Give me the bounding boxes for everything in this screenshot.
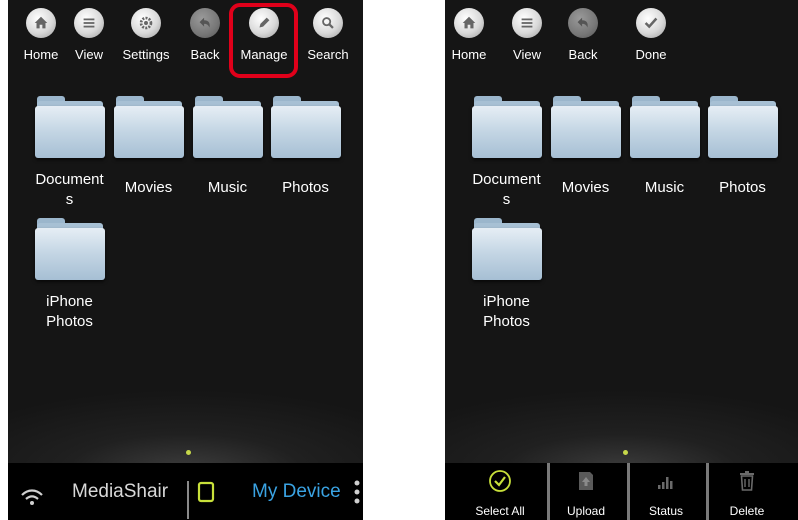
- toolbar-settings-label: Settings: [122, 47, 170, 62]
- folder-label: Music: [644, 179, 685, 196]
- toolbar-search-button[interactable]: Search: [296, 8, 360, 62]
- tab-mediashair-label: MediaShair: [72, 480, 169, 502]
- home-icon: [34, 16, 48, 29]
- folder-label: Photos: [719, 179, 766, 196]
- back-arrow-icon: [577, 17, 588, 28]
- folder-icon: [270, 96, 341, 158]
- toolbar-settings-button[interactable]: Settings: [114, 8, 178, 62]
- folder-iphone-photos[interactable]: iPhone Photos: [467, 218, 546, 332]
- toolbar-back-label: Back: [190, 47, 220, 62]
- upload-label: Upload: [566, 504, 606, 518]
- upload-icon: [579, 472, 593, 490]
- folder-photos[interactable]: Photos: [266, 96, 345, 198]
- file-browser-screen-manage: Home View Back Done Document s Movies Mu…: [445, 0, 798, 520]
- folder-documents[interactable]: Document s: [30, 96, 109, 210]
- trash-icon: [740, 471, 754, 491]
- delete-label: Delete: [729, 504, 765, 518]
- folder-label: Photos: [282, 179, 329, 196]
- select-all-label: Select All: [475, 504, 525, 518]
- tab-my-device[interactable]: My Device: [197, 463, 341, 520]
- toolbar-view-label: View: [513, 47, 541, 62]
- select-all-button[interactable]: Select All: [461, 469, 539, 518]
- checkmark-icon: [644, 17, 658, 29]
- list-icon: [83, 18, 95, 28]
- toolbar-home-label: Home: [451, 47, 487, 62]
- tab-my-device-label: My Device: [252, 480, 341, 502]
- folder-icon: [113, 96, 184, 158]
- folder-movies[interactable]: Movies: [109, 96, 188, 198]
- folder-iphone-photos[interactable]: iPhone Photos: [30, 218, 109, 332]
- status-button[interactable]: Status: [627, 469, 705, 518]
- toolbar-view-button[interactable]: View: [57, 8, 121, 62]
- status-label: Status: [648, 504, 684, 518]
- list-icon: [521, 18, 533, 28]
- device-icon: [197, 481, 215, 502]
- folder-label: iPhone Photos: [483, 293, 530, 330]
- folder-documents[interactable]: Document s: [467, 96, 546, 210]
- folder-icon: [192, 96, 263, 158]
- page-indicator-dot: [186, 450, 191, 455]
- folder-label: Document s: [472, 171, 541, 208]
- toolbar-back-button[interactable]: Back: [173, 8, 237, 62]
- toolbar-search-label: Search: [307, 47, 349, 62]
- upload-button[interactable]: Upload: [547, 469, 625, 518]
- toolbar-view-label: View: [75, 47, 103, 62]
- folder-label: Document s: [35, 171, 104, 208]
- toolbar-done-label: Done: [635, 47, 667, 62]
- more-options-icon[interactable]: [354, 480, 360, 504]
- select-all-icon: [489, 470, 511, 492]
- folder-label: Music: [207, 179, 248, 196]
- folder-icon: [471, 218, 542, 280]
- tab-mediashair[interactable]: MediaShair: [20, 463, 168, 520]
- top-toolbar: Home View Back Done: [445, 0, 798, 80]
- folder-icon: [707, 96, 778, 158]
- bottom-tab-bar: MediaShair My Device: [8, 463, 363, 520]
- action-bar: Select All Upload Status Delete: [445, 463, 798, 520]
- home-icon: [462, 16, 476, 29]
- search-icon: [322, 17, 334, 29]
- manage-highlight-box: [229, 3, 298, 78]
- status-bars-icon: [658, 477, 673, 489]
- toolbar-view-button[interactable]: View: [495, 8, 559, 62]
- page-indicator-dot: [623, 450, 628, 455]
- toolbar-done-button[interactable]: Done: [619, 8, 683, 62]
- folder-label: Movies: [124, 179, 173, 196]
- toolbar-back-button[interactable]: Back: [551, 8, 615, 62]
- back-arrow-icon: [199, 17, 210, 28]
- top-toolbar: Home View Settings Back Manage Search: [8, 0, 363, 80]
- folder-icon: [629, 96, 700, 158]
- wifi-icon: [21, 488, 43, 505]
- delete-button[interactable]: Delete: [708, 469, 786, 518]
- gear-icon: [139, 16, 153, 30]
- folder-music[interactable]: Music: [188, 96, 267, 198]
- tab-divider: [187, 481, 189, 519]
- folder-icon: [550, 96, 621, 158]
- folder-icon: [34, 218, 105, 280]
- toolbar-back-label: Back: [568, 47, 598, 62]
- folder-icon: [471, 96, 542, 158]
- folder-photos[interactable]: Photos: [703, 96, 782, 198]
- folder-label: Movies: [561, 179, 610, 196]
- folder-label: iPhone Photos: [46, 293, 93, 330]
- folder-icon: [34, 96, 105, 158]
- folder-movies[interactable]: Movies: [546, 96, 625, 198]
- folder-music[interactable]: Music: [625, 96, 704, 198]
- file-browser-screen-browse: Home View Settings Back Manage Search Do…: [8, 0, 363, 520]
- toolbar-home-button[interactable]: Home: [445, 8, 501, 62]
